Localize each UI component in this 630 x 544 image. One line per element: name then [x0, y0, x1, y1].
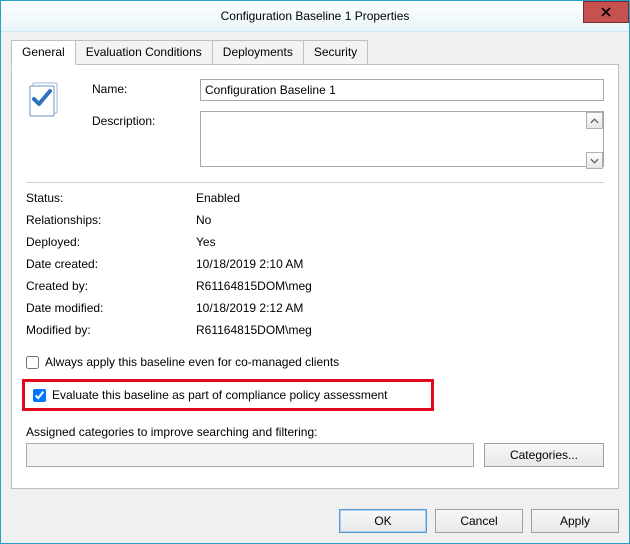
client-area: General Evaluation Conditions Deployment… [1, 32, 629, 499]
cancel-button[interactable]: Cancel [435, 509, 523, 533]
highlighted-option: Evaluate this baseline as part of compli… [22, 379, 434, 411]
description-label: Description: [92, 111, 192, 128]
tab-security[interactable]: Security [303, 40, 368, 65]
description-scroll-down[interactable] [586, 152, 603, 169]
evaluate-label[interactable]: Evaluate this baseline as part of compli… [52, 388, 388, 402]
always-apply-checkbox[interactable] [26, 356, 39, 369]
titlebar: Configuration Baseline 1 Properties [1, 1, 629, 32]
date-created-value: 10/18/2019 2:10 AM [196, 257, 604, 271]
baseline-icon [26, 79, 84, 122]
dialog-footer: OK Cancel Apply [1, 499, 629, 543]
chevron-up-icon [590, 118, 599, 124]
properties-grid: Status: Enabled Relationships: No Deploy… [26, 191, 604, 337]
created-by-label: Created by: [26, 279, 196, 293]
close-button[interactable] [583, 1, 629, 23]
assigned-categories-label: Assigned categories to improve searching… [26, 425, 604, 439]
dialog-window: Configuration Baseline 1 Properties Gene… [0, 0, 630, 544]
created-by-value: R61164815DOM\meg [196, 279, 604, 293]
apply-button[interactable]: Apply [531, 509, 619, 533]
modified-by-value: R61164815DOM\meg [196, 323, 604, 337]
window-title: Configuration Baseline 1 Properties [221, 9, 410, 23]
relationships-label: Relationships: [26, 213, 196, 227]
deployed-label: Deployed: [26, 235, 196, 249]
relationships-value: No [196, 213, 604, 227]
separator [26, 182, 604, 183]
close-icon [601, 7, 611, 17]
tab-panel-general: Name: Description: Status: [11, 64, 619, 489]
date-modified-label: Date modified: [26, 301, 196, 315]
description-scroll-up[interactable] [586, 112, 603, 129]
deployed-value: Yes [196, 235, 604, 249]
evaluate-checkbox[interactable] [33, 389, 46, 402]
description-input[interactable] [200, 111, 604, 167]
tab-evaluation-conditions[interactable]: Evaluation Conditions [75, 40, 213, 65]
always-apply-label[interactable]: Always apply this baseline even for co-m… [45, 355, 339, 369]
ok-button[interactable]: OK [339, 509, 427, 533]
modified-by-label: Modified by: [26, 323, 196, 337]
status-value: Enabled [196, 191, 604, 205]
name-input[interactable] [200, 79, 604, 101]
status-label: Status: [26, 191, 196, 205]
chevron-down-icon [590, 158, 599, 164]
tabstrip: General Evaluation Conditions Deployment… [11, 40, 619, 65]
assigned-categories-box [26, 443, 474, 467]
tab-deployments[interactable]: Deployments [212, 40, 304, 65]
date-modified-value: 10/18/2019 2:12 AM [196, 301, 604, 315]
name-label: Name: [92, 79, 192, 96]
date-created-label: Date created: [26, 257, 196, 271]
categories-button[interactable]: Categories... [484, 443, 604, 467]
tab-general[interactable]: General [11, 40, 76, 65]
